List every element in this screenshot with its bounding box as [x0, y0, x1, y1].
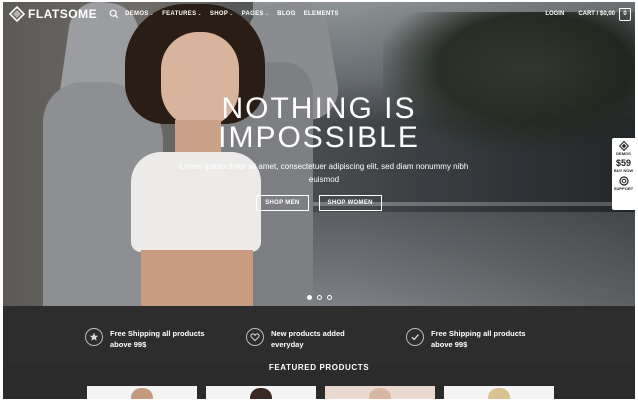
- nav-item-elements[interactable]: ELEMENTS: [304, 11, 339, 17]
- feature-text: Free Shipping all products above 99$: [110, 328, 205, 350]
- feature-item: Free Shipping all products above 99$: [406, 328, 526, 350]
- nav-item-label: SHOP: [209, 11, 229, 17]
- buy-price[interactable]: $59: [616, 159, 631, 168]
- nav-item-blog[interactable]: BLOG: [277, 11, 296, 17]
- feature-title: Free Shipping all products: [110, 329, 205, 338]
- feature-subtitle: above 99$: [431, 340, 468, 349]
- star-icon: [85, 328, 103, 346]
- hero-headline-line2: IMPOSSIBLE: [218, 121, 420, 154]
- logo-text: FLATSOME: [28, 7, 98, 21]
- demos-label[interactable]: DEMOS: [616, 151, 631, 156]
- support-lifebuoy-icon[interactable]: [618, 176, 629, 186]
- product-card[interactable]: [444, 386, 554, 399]
- support-label[interactable]: SUPPORT: [614, 186, 633, 191]
- product-image[interactable]: [131, 388, 153, 399]
- feature-subtitle: everyday: [271, 340, 304, 349]
- demo-side-panel: DEMOS $59 BUY NOW SUPPORT: [612, 138, 635, 210]
- header-right: LOGIN CART / $0,00 0: [545, 7, 631, 21]
- chevron-down-icon: ⌄: [229, 11, 234, 17]
- nav-item-label: PAGES: [241, 11, 264, 17]
- nav-item-label: BLOG: [277, 11, 296, 17]
- cart-link[interactable]: CART / $0,00: [578, 11, 615, 17]
- cart-count-icon[interactable]: 0: [619, 7, 631, 21]
- feature-item: Free Shipping all products above 99$: [85, 328, 205, 350]
- shop-men-button[interactable]: SHOP MEN: [256, 195, 309, 211]
- product-card[interactable]: [325, 386, 435, 399]
- slider-dot-1[interactable]: [306, 295, 312, 300]
- product-image[interactable]: [369, 388, 391, 399]
- product-image[interactable]: [488, 388, 510, 399]
- chevron-down-icon: ⌄: [149, 11, 155, 17]
- nav-item-shop[interactable]: SHOP ⌄: [210, 11, 234, 17]
- product-image[interactable]: [250, 388, 272, 399]
- buy-now-label[interactable]: BUY NOW: [614, 168, 633, 173]
- shop-women-button[interactable]: SHOP WOMEN: [318, 195, 382, 211]
- main-nav: DEMOS ⌄ FEATURES ⌄ SHOP ⌄ PAGES ⌄ BLOG ELEME…: [109, 9, 347, 19]
- slider-dot-3[interactable]: [326, 295, 332, 300]
- product-card[interactable]: [206, 386, 316, 399]
- hero-headline-line1: NOTHING IS: [221, 92, 417, 125]
- feature-text: New products added everyday: [271, 328, 345, 350]
- features-bar: Free Shipping all products above 99$ New…: [3, 306, 635, 364]
- feature-title: Free Shipping all products: [431, 329, 526, 338]
- feature-text: Free Shipping all products above 99$: [431, 328, 526, 350]
- hero-buttons: SHOP MEN SHOP WOMEN: [3, 195, 635, 211]
- feature-title: New products added: [271, 329, 345, 338]
- nav-item-features[interactable]: FEATURES ⌄: [162, 11, 202, 17]
- nav-item-pages[interactable]: PAGES ⌄: [242, 11, 270, 17]
- site-logo[interactable]: FLATSOME: [9, 6, 97, 22]
- heart-icon: [246, 328, 264, 346]
- nav-item-demos[interactable]: DEMOS ⌄: [125, 11, 154, 17]
- flatsome-logo-icon: [9, 6, 25, 22]
- slider-dot-2[interactable]: [316, 295, 322, 300]
- site-header: FLATSOME DEMOS ⌄ FEATURES ⌄ SHOP ⌄ PAGES ⌄ B…: [3, 2, 635, 26]
- search-icon[interactable]: [109, 9, 119, 19]
- browser-viewport: NOTHING IS IMPOSSIBLE Lorem ipsum dolor …: [3, 2, 635, 399]
- flatsome-logo-icon[interactable]: [618, 141, 629, 151]
- feature-item: New products added everyday: [246, 328, 345, 350]
- product-card[interactable]: [87, 386, 197, 399]
- hero-slider: NOTHING IS IMPOSSIBLE Lorem ipsum dolor …: [3, 2, 635, 306]
- hero-lead-text: Lorem ipsum dolor sit amet, consectetuer…: [179, 162, 469, 184]
- nav-item-label: FEATURES: [162, 11, 197, 17]
- nav-item-label: ELEMENTS: [303, 11, 339, 17]
- chevron-down-icon: ⌄: [264, 11, 270, 17]
- check-icon: [406, 328, 424, 346]
- product-grid: [3, 386, 635, 399]
- feature-subtitle: above 99$: [110, 340, 147, 349]
- hero-overlay: [3, 2, 635, 306]
- nav-item-label: DEMOS: [125, 11, 149, 17]
- slider-dots: [3, 295, 635, 300]
- chevron-down-icon: ⌄: [197, 11, 202, 17]
- featured-products-title: FEATURED PRODUCTS: [268, 363, 370, 372]
- login-link[interactable]: LOGIN: [545, 11, 564, 17]
